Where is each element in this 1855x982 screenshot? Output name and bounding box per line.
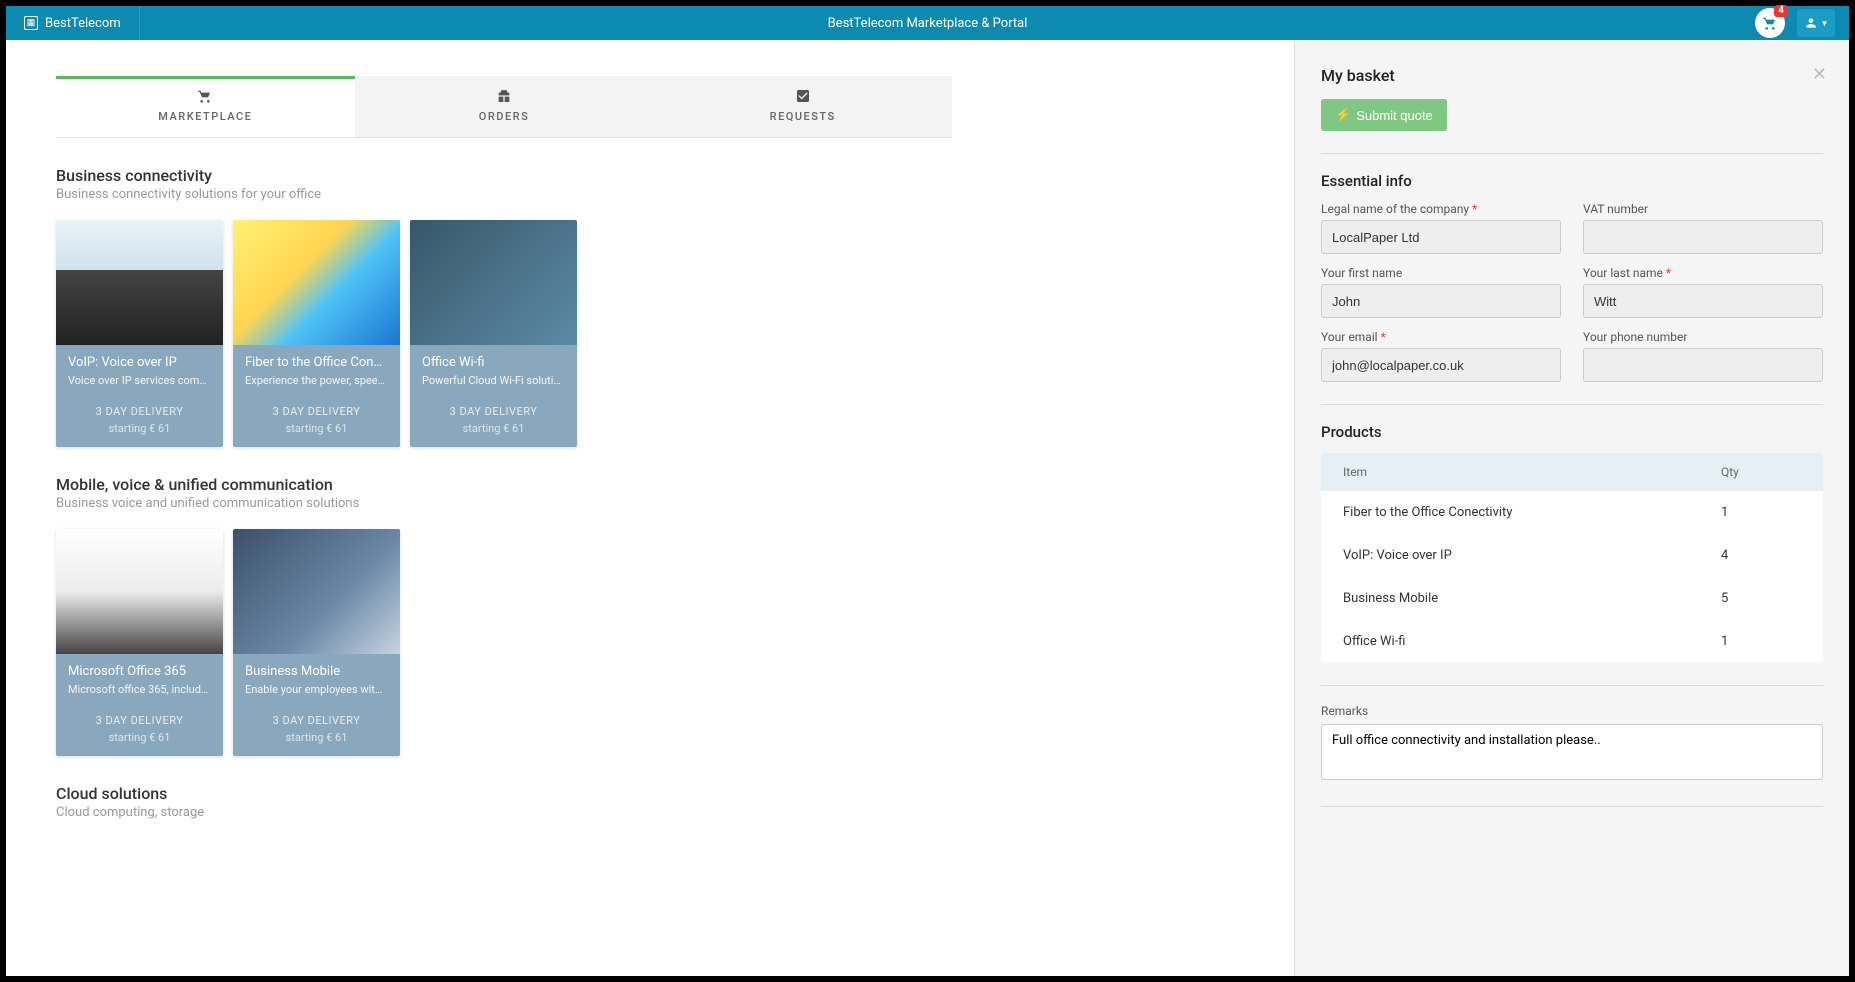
topbar: ▦ BestTelecom BestTelecom Marketplace & …: [6, 6, 1849, 40]
cart-button[interactable]: 4: [1755, 8, 1785, 38]
item-name: Fiber to the Office Conectivity: [1343, 505, 1721, 520]
product-card[interactable]: VoIP: Voice over IP Voice over IP servic…: [56, 220, 223, 447]
product-card[interactable]: Microsoft Office 365 Microsoft office 36…: [56, 529, 223, 756]
phone-field[interactable]: [1583, 348, 1823, 382]
tab-label: ORDERS: [479, 110, 529, 123]
remarks-label: Remarks: [1321, 704, 1823, 718]
item-name: VoIP: Voice over IP: [1343, 548, 1721, 563]
product-card[interactable]: Business Mobile Enable your employees wi…: [233, 529, 400, 756]
card-delivery: 3 DAY DELIVERY: [68, 714, 211, 727]
card-title: Fiber to the Office Cone…: [245, 355, 388, 370]
table-row: Business Mobile 5: [1321, 577, 1823, 620]
card-price: starting € 61: [245, 422, 388, 435]
card-image: [233, 529, 400, 654]
card-title: Microsoft Office 365: [68, 664, 211, 679]
tab-requests[interactable]: REQUESTS: [653, 76, 952, 137]
card-desc: Powerful Cloud Wi-Fi soluti…: [422, 374, 565, 387]
item-qty: 1: [1721, 505, 1801, 520]
card-price: starting € 61: [422, 422, 565, 435]
cart-badge: 4: [1774, 5, 1788, 17]
card-delivery: 3 DAY DELIVERY: [245, 405, 388, 418]
last-name-label: Your last name *: [1583, 266, 1823, 280]
tab-orders[interactable]: ORDERS: [355, 76, 654, 137]
first-name-field[interactable]: [1321, 284, 1561, 318]
section-subtitle: Cloud computing, storage: [56, 805, 1294, 820]
section: Business connectivity Business connectivi…: [56, 166, 1294, 447]
essential-info-title: Essential info: [1321, 172, 1823, 190]
col-qty-header: Qty: [1721, 465, 1801, 479]
legal-name-field[interactable]: [1321, 220, 1561, 254]
card-desc: Microsoft office 365, includ…: [68, 683, 211, 696]
check-square-icon: [795, 88, 811, 104]
brand-label: BestTelecom: [45, 16, 121, 31]
cart-icon: [197, 88, 213, 104]
email-label: Your email *: [1321, 330, 1561, 344]
table-row: Fiber to the Office Conectivity 1: [1321, 491, 1823, 534]
card-desc: Enable your employees wit…: [245, 683, 388, 696]
section-title: Cloud solutions: [56, 784, 1294, 803]
item-qty: 5: [1721, 591, 1801, 606]
cart-icon: [1762, 15, 1778, 31]
card-image: [56, 220, 223, 345]
item-name: Business Mobile: [1343, 591, 1721, 606]
table-row: VoIP: Voice over IP 4: [1321, 534, 1823, 577]
submit-quote-button[interactable]: ⚡ Submit quote: [1321, 99, 1447, 131]
last-name-field[interactable]: [1583, 284, 1823, 318]
card-title: Office Wi-fi: [422, 355, 565, 370]
products-title: Products: [1321, 423, 1823, 441]
card-delivery: 3 DAY DELIVERY: [68, 405, 211, 418]
card-price: starting € 61: [68, 422, 211, 435]
email-field[interactable]: [1321, 348, 1561, 382]
item-qty: 1: [1721, 634, 1801, 649]
item-name: Office Wi-fi: [1343, 634, 1721, 649]
first-name-label: Your first name: [1321, 266, 1561, 280]
col-item-header: Item: [1343, 465, 1721, 479]
phone-label: Your phone number: [1583, 330, 1823, 344]
product-card[interactable]: Office Wi-fi Powerful Cloud Wi-Fi soluti…: [410, 220, 577, 447]
card-image: [233, 220, 400, 345]
section-subtitle: Business voice and unified communication…: [56, 496, 1294, 511]
chevron-down-icon: ▼: [1821, 19, 1829, 28]
vat-field[interactable]: [1583, 220, 1823, 254]
card-desc: Experience the power, spee…: [245, 374, 388, 387]
card-delivery: 3 DAY DELIVERY: [245, 714, 388, 727]
card-image: [56, 529, 223, 654]
card-image: [410, 220, 577, 345]
tabs: MARKETPLACE ORDERS REQUESTS: [56, 76, 952, 138]
table-row: Office Wi-fi 1: [1321, 620, 1823, 663]
gift-icon: [496, 88, 512, 104]
card-delivery: 3 DAY DELIVERY: [422, 405, 565, 418]
card-desc: Voice over IP services com…: [68, 374, 211, 387]
bolt-icon: ⚡: [1335, 107, 1351, 123]
section-subtitle: Business connectivity solutions for your…: [56, 187, 1294, 202]
calendar-icon: ▦: [24, 16, 38, 30]
card-title: VoIP: Voice over IP: [68, 355, 211, 370]
card-price: starting € 61: [245, 731, 388, 744]
brand[interactable]: ▦ BestTelecom: [6, 6, 140, 40]
item-qty: 4: [1721, 548, 1801, 563]
card-price: starting € 61: [68, 731, 211, 744]
section-title: Mobile, voice & unified communication: [56, 475, 1294, 494]
close-icon[interactable]: ✕: [1812, 64, 1827, 85]
section-title: Business connectivity: [56, 166, 1294, 185]
vat-label: VAT number: [1583, 202, 1823, 216]
main: MARKETPLACE ORDERS REQUESTS Business con…: [6, 40, 1294, 976]
product-card[interactable]: Fiber to the Office Cone… Experience the…: [233, 220, 400, 447]
section: Cloud solutions Cloud computing, storage: [56, 784, 1294, 820]
legal-name-label: Legal name of the company *: [1321, 202, 1561, 216]
page-title: BestTelecom Marketplace & Portal: [828, 16, 1028, 31]
basket-panel: ✕ My basket ⚡ Submit quote Essential inf…: [1294, 40, 1849, 976]
basket-title: My basket: [1321, 66, 1823, 85]
tab-label: REQUESTS: [770, 110, 836, 123]
products-table: Item Qty Fiber to the Office Conectivity…: [1321, 453, 1823, 663]
section: Mobile, voice & unified communication Bus…: [56, 475, 1294, 756]
remarks-textarea[interactable]: [1321, 724, 1823, 780]
user-menu-button[interactable]: ▼: [1797, 9, 1835, 37]
tab-marketplace[interactable]: MARKETPLACE: [56, 76, 355, 137]
submit-label: Submit quote: [1356, 108, 1433, 123]
user-icon: [1804, 16, 1818, 30]
tab-label: MARKETPLACE: [158, 110, 252, 123]
card-title: Business Mobile: [245, 664, 388, 679]
